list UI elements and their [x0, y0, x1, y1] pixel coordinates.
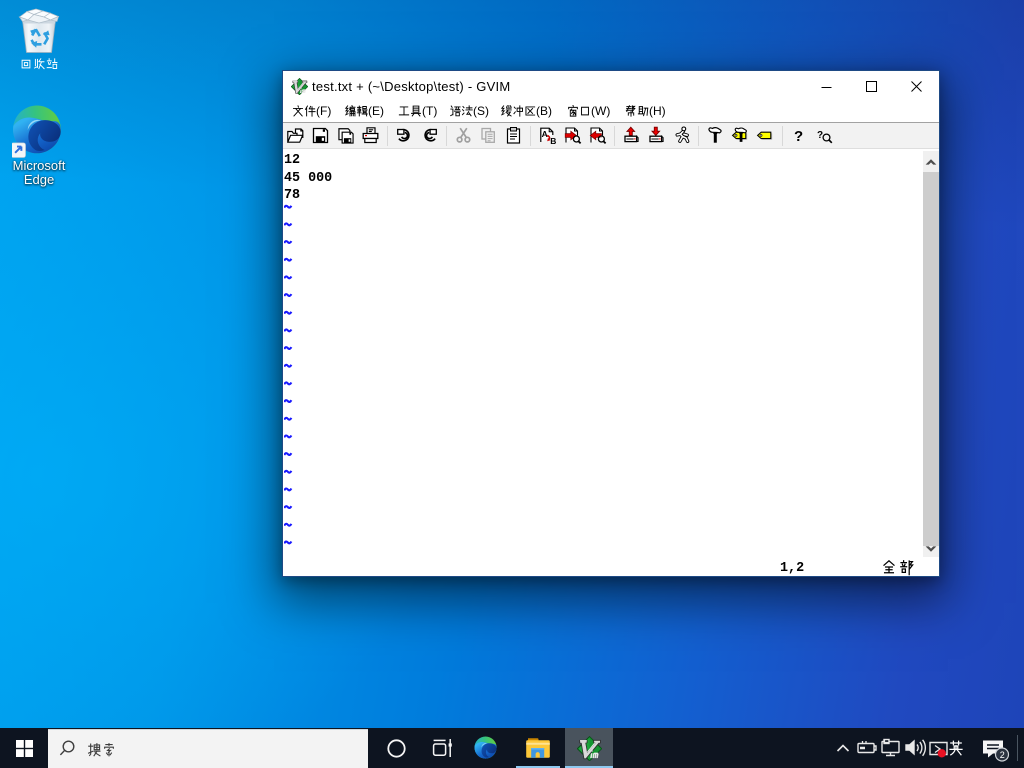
- svg-text:A: A: [542, 129, 548, 139]
- svg-text:?: ?: [794, 128, 803, 145]
- svg-text:B: B: [550, 136, 556, 145]
- svg-text:?: ?: [817, 130, 823, 141]
- svg-text:2: 2: [1000, 750, 1005, 760]
